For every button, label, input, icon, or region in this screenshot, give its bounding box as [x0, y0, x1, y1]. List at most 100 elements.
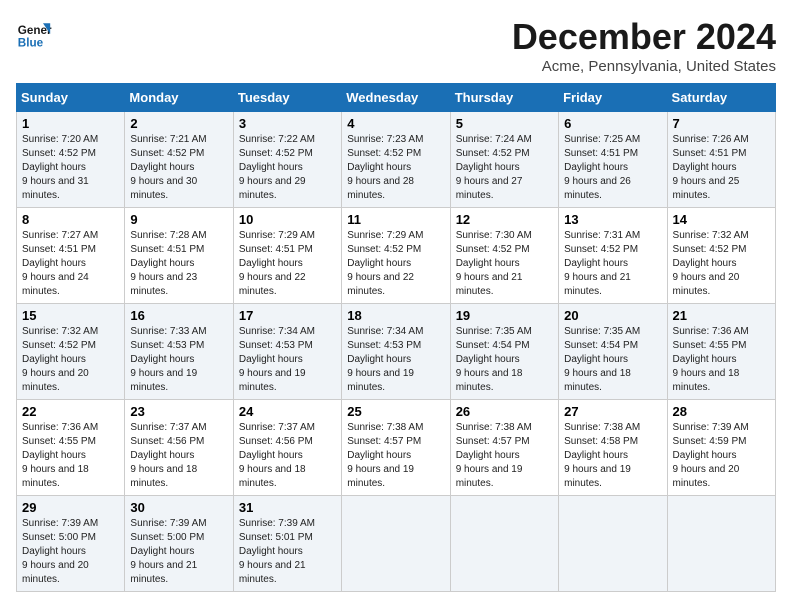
daylight-label: Daylight hours: [22, 162, 86, 173]
col-wednesday: Wednesday: [342, 84, 450, 112]
sunrise-label: Sunrise: 7:39 AM: [239, 518, 315, 529]
sunset-label: Sunset: 4:51 PM: [22, 244, 96, 255]
day-number: 22: [22, 404, 119, 419]
sunset-label: Sunset: 4:58 PM: [564, 436, 638, 447]
sunset-label: Sunset: 4:56 PM: [239, 436, 313, 447]
table-row: 3 Sunrise: 7:22 AM Sunset: 4:52 PM Dayli…: [233, 112, 341, 208]
svg-text:Blue: Blue: [18, 37, 44, 50]
sunrise-label: Sunrise: 7:21 AM: [130, 134, 206, 145]
table-row: 27 Sunrise: 7:38 AM Sunset: 4:58 PM Dayl…: [559, 400, 667, 496]
daylight-value: 9 hours and 20 minutes.: [673, 272, 740, 297]
table-row: 10 Sunrise: 7:29 AM Sunset: 4:51 PM Dayl…: [233, 208, 341, 304]
daylight-value: 9 hours and 18 minutes.: [673, 368, 740, 393]
cell-content: Sunrise: 7:38 AM Sunset: 4:58 PM Dayligh…: [564, 421, 661, 491]
cell-content: Sunrise: 7:35 AM Sunset: 4:54 PM Dayligh…: [564, 325, 661, 395]
col-monday: Monday: [125, 84, 233, 112]
daylight-label: Daylight hours: [130, 162, 194, 173]
table-row: 13 Sunrise: 7:31 AM Sunset: 4:52 PM Dayl…: [559, 208, 667, 304]
sunrise-label: Sunrise: 7:36 AM: [673, 326, 749, 337]
cell-content: Sunrise: 7:32 AM Sunset: 4:52 PM Dayligh…: [673, 229, 770, 299]
daylight-label: Daylight hours: [347, 450, 411, 461]
daylight-value: 9 hours and 18 minutes.: [130, 464, 197, 489]
daylight-label: Daylight hours: [130, 354, 194, 365]
daylight-value: 9 hours and 30 minutes.: [130, 176, 197, 201]
table-row: 31 Sunrise: 7:39 AM Sunset: 5:01 PM Dayl…: [233, 496, 341, 592]
table-row: 26 Sunrise: 7:38 AM Sunset: 4:57 PM Dayl…: [450, 400, 558, 496]
sunset-label: Sunset: 4:52 PM: [673, 244, 747, 255]
logo: General Blue: [16, 16, 52, 52]
day-number: 6: [564, 116, 661, 131]
sunrise-label: Sunrise: 7:32 AM: [22, 326, 98, 337]
daylight-value: 9 hours and 20 minutes.: [673, 464, 740, 489]
col-saturday: Saturday: [667, 84, 775, 112]
day-number: 5: [456, 116, 553, 131]
daylight-value: 9 hours and 21 minutes.: [130, 560, 197, 585]
sunrise-label: Sunrise: 7:35 AM: [564, 326, 640, 337]
sunset-label: Sunset: 4:55 PM: [22, 436, 96, 447]
sunset-label: Sunset: 4:51 PM: [564, 148, 638, 159]
daylight-value: 9 hours and 18 minutes.: [456, 368, 523, 393]
sunrise-label: Sunrise: 7:38 AM: [564, 422, 640, 433]
daylight-label: Daylight hours: [564, 354, 628, 365]
table-row: 14 Sunrise: 7:32 AM Sunset: 4:52 PM Dayl…: [667, 208, 775, 304]
sunrise-label: Sunrise: 7:36 AM: [22, 422, 98, 433]
sunset-label: Sunset: 4:52 PM: [564, 244, 638, 255]
daylight-label: Daylight hours: [347, 354, 411, 365]
day-number: 24: [239, 404, 336, 419]
daylight-label: Daylight hours: [673, 450, 737, 461]
sunrise-label: Sunrise: 7:26 AM: [673, 134, 749, 145]
sunrise-label: Sunrise: 7:39 AM: [673, 422, 749, 433]
daylight-label: Daylight hours: [22, 450, 86, 461]
sunset-label: Sunset: 4:52 PM: [456, 244, 530, 255]
cell-content: Sunrise: 7:39 AM Sunset: 5:01 PM Dayligh…: [239, 517, 336, 587]
table-row: 7 Sunrise: 7:26 AM Sunset: 4:51 PM Dayli…: [667, 112, 775, 208]
sunset-label: Sunset: 4:52 PM: [22, 340, 96, 351]
table-row: 5 Sunrise: 7:24 AM Sunset: 4:52 PM Dayli…: [450, 112, 558, 208]
col-sunday: Sunday: [17, 84, 125, 112]
daylight-value: 9 hours and 20 minutes.: [22, 560, 89, 585]
day-number: 30: [130, 500, 227, 515]
col-friday: Friday: [559, 84, 667, 112]
sunset-label: Sunset: 5:01 PM: [239, 532, 313, 543]
daylight-label: Daylight hours: [564, 162, 628, 173]
cell-content: Sunrise: 7:29 AM Sunset: 4:51 PM Dayligh…: [239, 229, 336, 299]
cell-content: Sunrise: 7:39 AM Sunset: 5:00 PM Dayligh…: [22, 517, 119, 587]
day-number: 23: [130, 404, 227, 419]
daylight-label: Daylight hours: [22, 546, 86, 557]
sunrise-label: Sunrise: 7:28 AM: [130, 230, 206, 241]
sunrise-label: Sunrise: 7:32 AM: [673, 230, 749, 241]
sunrise-label: Sunrise: 7:33 AM: [130, 326, 206, 337]
sunset-label: Sunset: 4:51 PM: [239, 244, 313, 255]
table-row: 25 Sunrise: 7:38 AM Sunset: 4:57 PM Dayl…: [342, 400, 450, 496]
sunset-label: Sunset: 4:56 PM: [130, 436, 204, 447]
sunrise-label: Sunrise: 7:22 AM: [239, 134, 315, 145]
table-row: [667, 496, 775, 592]
table-row: 17 Sunrise: 7:34 AM Sunset: 4:53 PM Dayl…: [233, 304, 341, 400]
table-row: 8 Sunrise: 7:27 AM Sunset: 4:51 PM Dayli…: [17, 208, 125, 304]
table-row: 19 Sunrise: 7:35 AM Sunset: 4:54 PM Dayl…: [450, 304, 558, 400]
cell-content: Sunrise: 7:21 AM Sunset: 4:52 PM Dayligh…: [130, 133, 227, 203]
daylight-label: Daylight hours: [130, 546, 194, 557]
daylight-value: 9 hours and 22 minutes.: [239, 272, 306, 297]
table-row: 30 Sunrise: 7:39 AM Sunset: 5:00 PM Dayl…: [125, 496, 233, 592]
cell-content: Sunrise: 7:34 AM Sunset: 4:53 PM Dayligh…: [239, 325, 336, 395]
daylight-label: Daylight hours: [239, 354, 303, 365]
daylight-label: Daylight hours: [347, 162, 411, 173]
day-number: 12: [456, 212, 553, 227]
cell-content: Sunrise: 7:29 AM Sunset: 4:52 PM Dayligh…: [347, 229, 444, 299]
cell-content: Sunrise: 7:28 AM Sunset: 4:51 PM Dayligh…: [130, 229, 227, 299]
sunset-label: Sunset: 4:57 PM: [456, 436, 530, 447]
cell-content: Sunrise: 7:35 AM Sunset: 4:54 PM Dayligh…: [456, 325, 553, 395]
day-number: 10: [239, 212, 336, 227]
cell-content: Sunrise: 7:36 AM Sunset: 4:55 PM Dayligh…: [22, 421, 119, 491]
sunrise-label: Sunrise: 7:20 AM: [22, 134, 98, 145]
daylight-label: Daylight hours: [239, 258, 303, 269]
daylight-value: 9 hours and 19 minutes.: [347, 368, 414, 393]
cell-content: Sunrise: 7:37 AM Sunset: 4:56 PM Dayligh…: [239, 421, 336, 491]
daylight-label: Daylight hours: [673, 258, 737, 269]
sunset-label: Sunset: 4:52 PM: [130, 148, 204, 159]
day-number: 19: [456, 308, 553, 323]
sunrise-label: Sunrise: 7:38 AM: [347, 422, 423, 433]
cell-content: Sunrise: 7:31 AM Sunset: 4:52 PM Dayligh…: [564, 229, 661, 299]
table-row: [559, 496, 667, 592]
